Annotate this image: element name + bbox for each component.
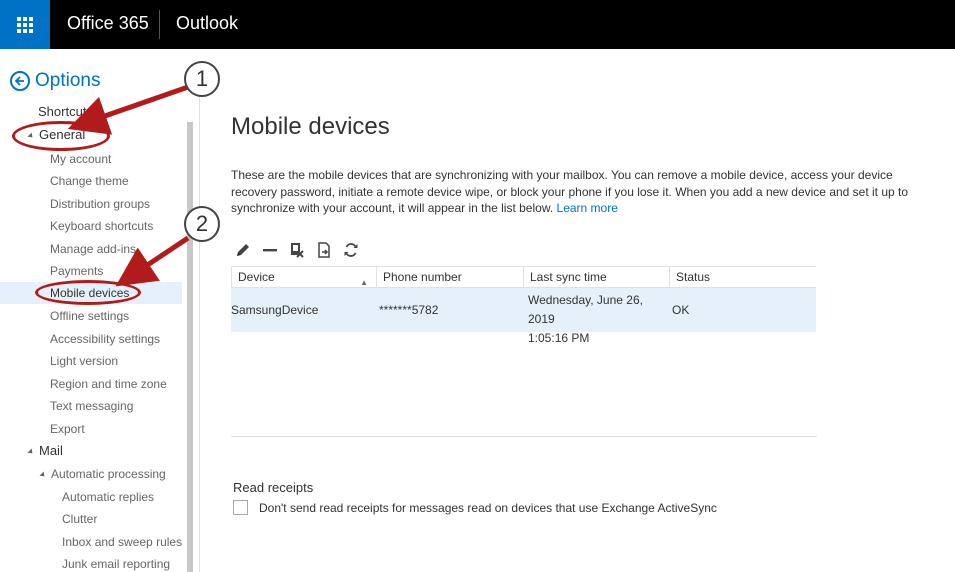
annotation-arrows — [67, 84, 190, 287]
arrow-2-line — [115, 235, 190, 287]
arrow-1-line — [67, 84, 189, 135]
step-badge-1: 1 — [184, 61, 220, 97]
step-badge-2: 2 — [184, 206, 220, 242]
